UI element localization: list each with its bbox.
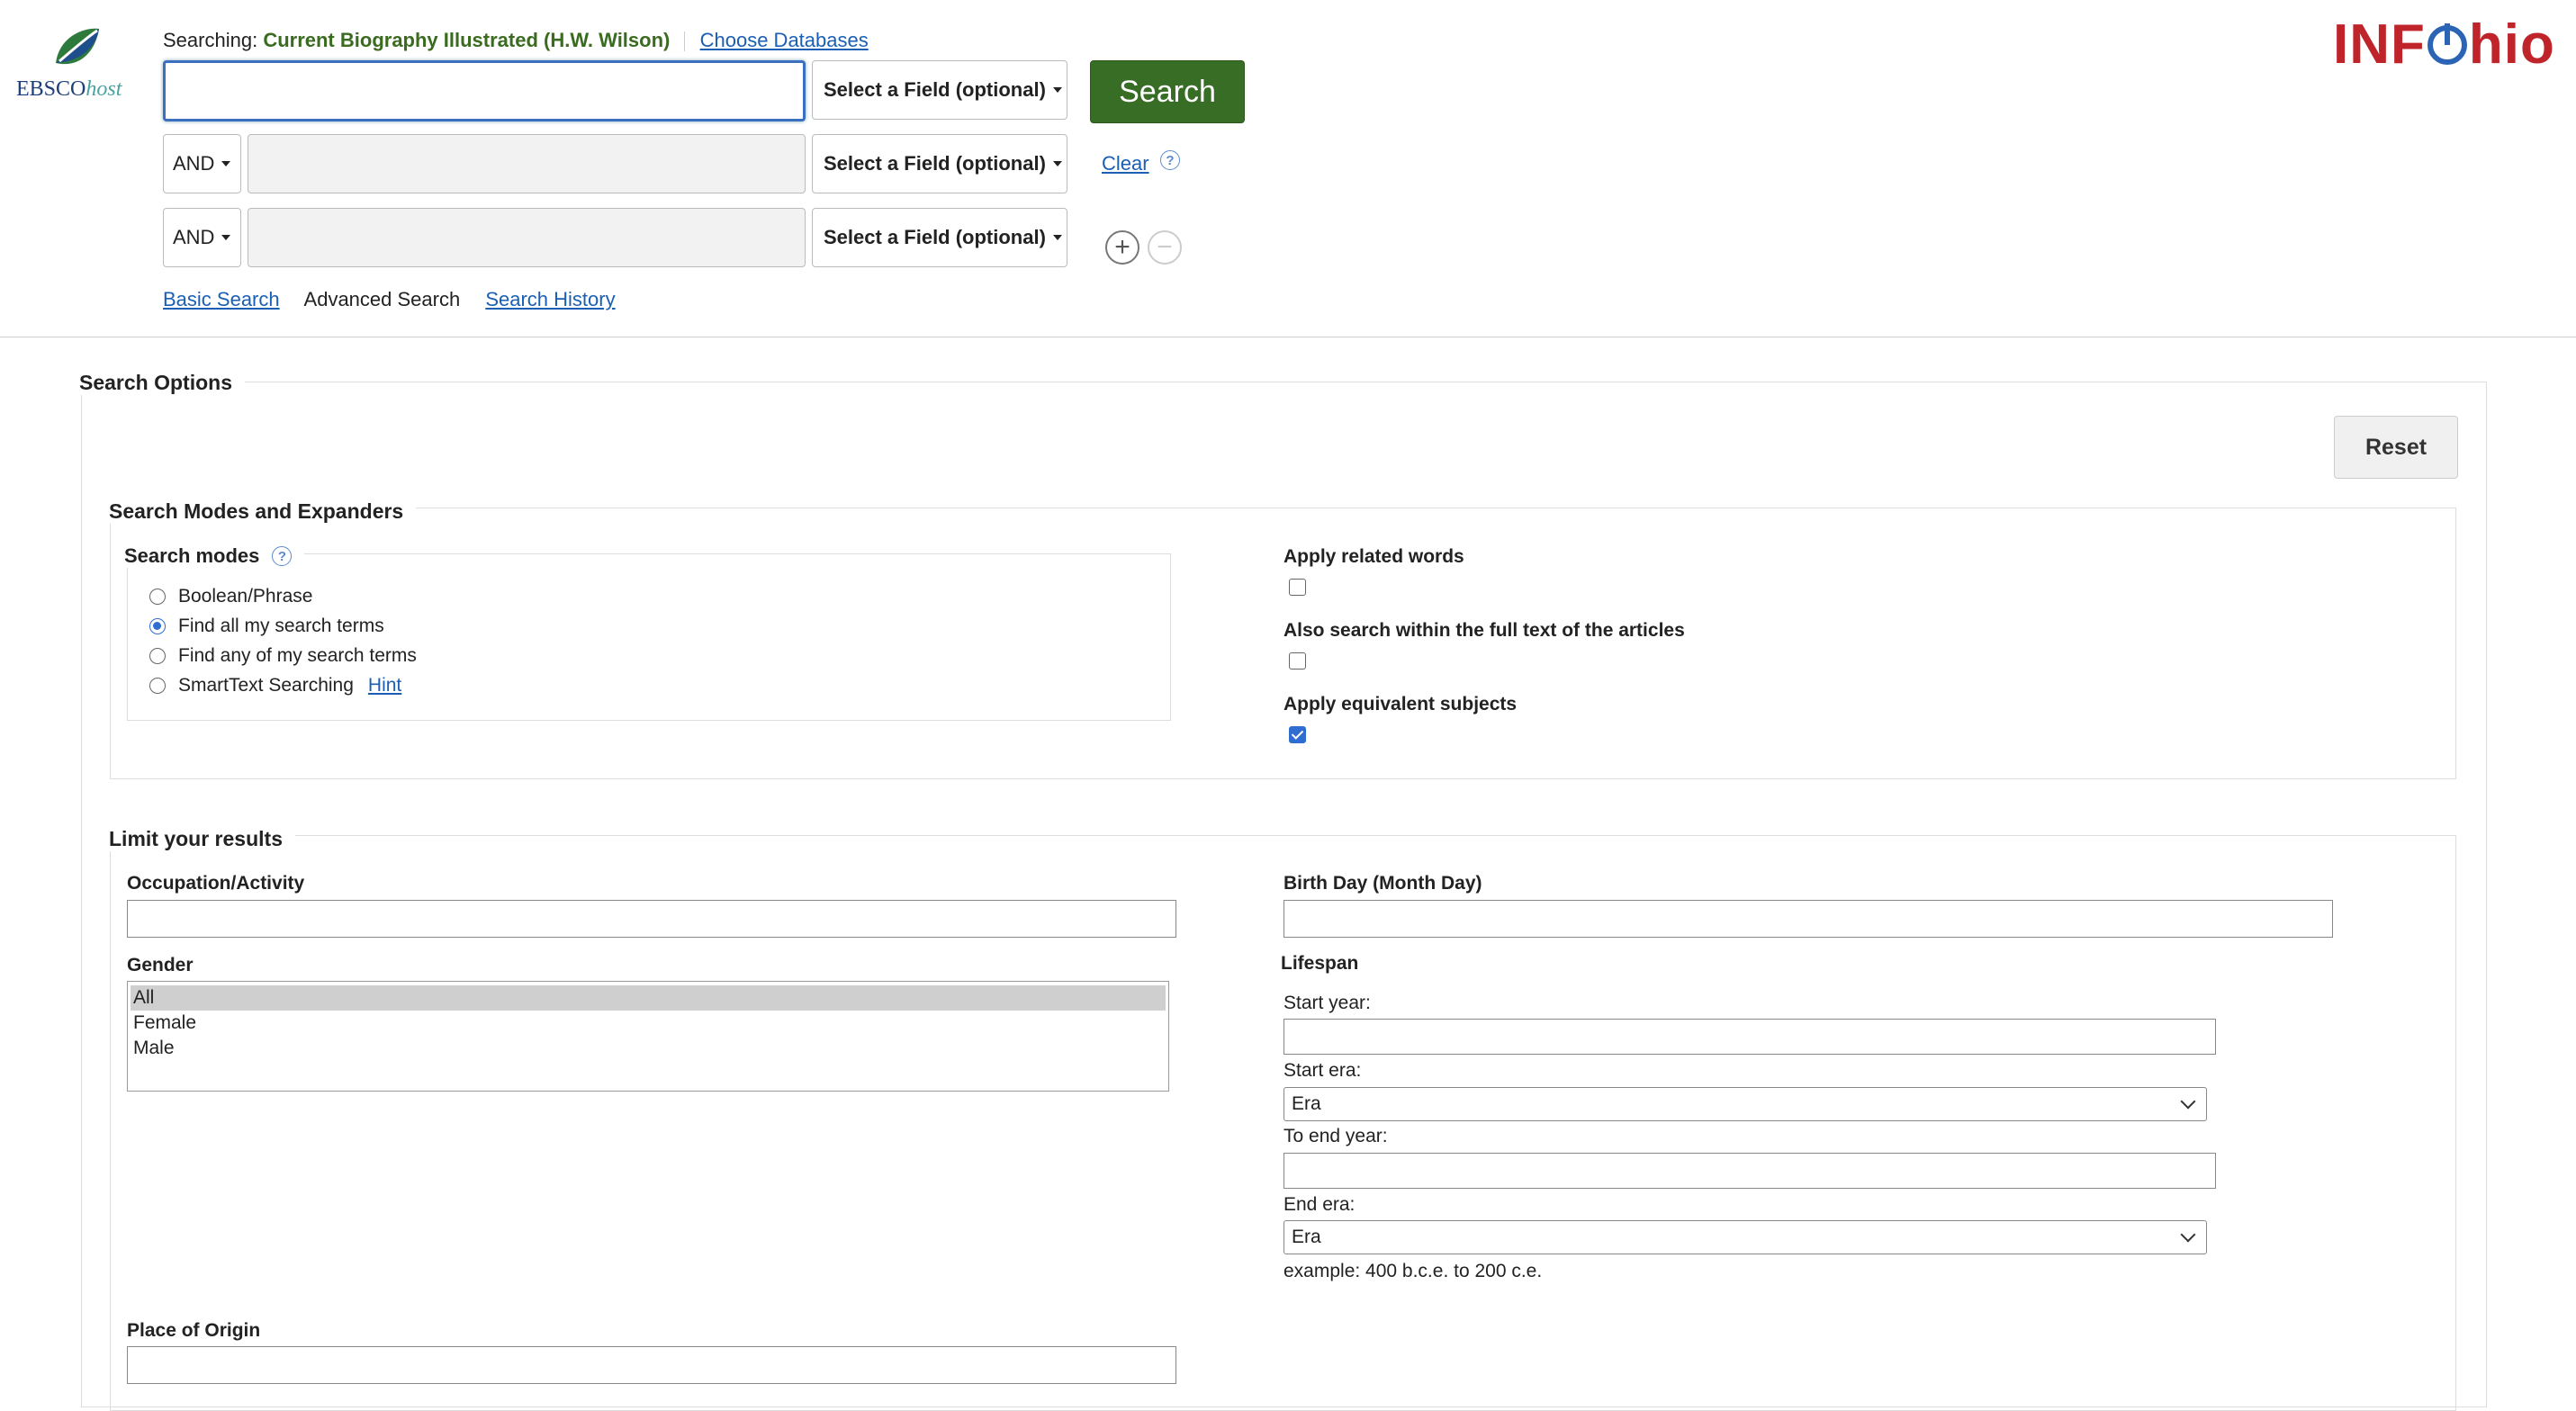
origin-label: Place of Origin — [127, 1320, 261, 1341]
apply-related-words-checkbox[interactable] — [1289, 579, 1306, 596]
boolean-select-2[interactable]: AND — [163, 134, 241, 193]
search-options-title: Search Options — [79, 371, 245, 395]
field-select-1-label: Select a Field (optional) — [824, 78, 1046, 101]
origin-input[interactable] — [127, 1346, 1176, 1384]
occupation-label: Occupation/Activity — [127, 873, 305, 894]
end-era-label: End era: — [1283, 1194, 1356, 1215]
start-year-label: Start year: — [1283, 993, 1371, 1013]
start-year-input[interactable] — [1283, 1019, 2216, 1055]
field-select-2-label: Select a Field (optional) — [824, 152, 1046, 175]
caret-down-icon — [221, 161, 231, 166]
search-modes-title: Search modes? — [124, 544, 305, 568]
caret-down-icon — [1052, 87, 1062, 93]
database-name: Current Biography Illustrated (H.W. Wils… — [263, 29, 671, 51]
search-input-1[interactable] — [163, 60, 806, 121]
clear-link[interactable]: Clear — [1102, 152, 1149, 175]
ebsco-logo-text: EBSCO — [16, 77, 86, 101]
search-button[interactable]: Search — [1090, 60, 1245, 123]
basic-search-link[interactable]: Basic Search — [163, 288, 280, 310]
modes-expanders-title: Search Modes and Expanders — [109, 499, 417, 524]
end-era-select[interactable]: Era — [1283, 1220, 2207, 1254]
mode-find-any[interactable]: Find any of my search terms — [149, 645, 417, 667]
remove-row-minus-icon[interactable]: − — [1148, 230, 1182, 265]
gender-option-male[interactable]: Male — [131, 1036, 1166, 1061]
chevron-down-icon — [2180, 1227, 2196, 1243]
search-modes-label: Search modes — [124, 544, 260, 567]
caret-down-icon — [221, 235, 231, 240]
radio-icon[interactable] — [149, 648, 166, 664]
mode-label: Find any of my search terms — [178, 645, 417, 666]
expander-label: Apply related words — [1283, 546, 1464, 567]
mode-find-all[interactable]: Find all my search terms — [149, 616, 384, 637]
infohio-logo[interactable]: INF hio — [2333, 13, 2555, 76]
apply-equivalent-subjects-checkbox[interactable] — [1289, 726, 1306, 743]
start-era-value: Era — [1292, 1093, 1321, 1114]
infohio-logo-right: hio — [2468, 13, 2555, 76]
occupation-input[interactable] — [127, 900, 1176, 938]
advanced-search-current: Advanced Search — [303, 288, 461, 310]
mode-boolean[interactable]: Boolean/Phrase — [149, 586, 312, 607]
gender-option-female[interactable]: Female — [131, 1011, 1166, 1036]
search-history-link[interactable]: Search History — [485, 288, 615, 310]
lifespan-label: Lifespan — [1281, 953, 1359, 974]
field-select-3[interactable]: Select a Field (optional) — [812, 208, 1067, 267]
boolean-select-3[interactable]: AND — [163, 208, 241, 267]
expander-label: Apply equivalent subjects — [1283, 694, 1518, 714]
mode-label: Find all my search terms — [178, 616, 384, 636]
ebsco-logo[interactable]: EBSCOhost — [16, 25, 142, 115]
end-year-label: To end year: — [1283, 1126, 1388, 1146]
field-select-1[interactable]: Select a Field (optional) — [812, 60, 1067, 120]
mode-smarttext[interactable]: SmartText Searching Hint — [149, 675, 401, 697]
add-row-plus-icon[interactable]: + — [1105, 230, 1139, 265]
limits-title: Limit your results — [109, 827, 295, 851]
full-text-search-checkbox[interactable] — [1289, 652, 1306, 670]
infohio-logo-left: INF — [2333, 13, 2426, 76]
expander-label: Also search within the full text of the … — [1283, 620, 1685, 641]
searching-prefix: Searching: — [163, 29, 258, 51]
searching-line: Searching: Current Biography Illustrated… — [163, 29, 869, 52]
chevron-down-icon — [2180, 1093, 2196, 1110]
birthday-label: Birth Day (Month Day) — [1283, 873, 1482, 894]
radio-selected-icon[interactable] — [149, 618, 166, 634]
ebsco-logo-suffix: host — [86, 77, 122, 101]
boolean-select-2-label: AND — [173, 152, 215, 175]
gender-option-all[interactable]: All — [131, 985, 1166, 1011]
ebsco-leaf-icon — [56, 28, 99, 65]
choose-databases-link[interactable]: Choose Databases — [700, 29, 869, 51]
field-select-2[interactable]: Select a Field (optional) — [812, 134, 1067, 193]
radio-icon[interactable] — [149, 589, 166, 605]
gender-label: Gender — [127, 955, 194, 975]
end-year-input[interactable] — [1283, 1153, 2216, 1189]
hint-link[interactable]: Hint — [368, 675, 401, 697]
search-input-3[interactable] — [248, 208, 806, 267]
mode-label: SmartText Searching — [178, 675, 354, 696]
radio-icon[interactable] — [149, 678, 166, 694]
divider — [684, 31, 686, 52]
start-era-label: Start era: — [1283, 1060, 1362, 1081]
start-era-select[interactable]: Era — [1283, 1087, 2207, 1121]
reset-button[interactable]: Reset — [2334, 416, 2458, 479]
power-icon — [2427, 22, 2467, 65]
caret-down-icon — [1052, 235, 1062, 240]
gender-listbox[interactable]: All Female Male — [127, 981, 1169, 1092]
help-icon[interactable]: ? — [272, 546, 293, 566]
boolean-select-3-label: AND — [173, 226, 215, 248]
mode-label: Boolean/Phrase — [178, 586, 313, 607]
search-nav: Basic Search Advanced Search Search Hist… — [163, 288, 616, 311]
end-era-value: Era — [1292, 1227, 1321, 1247]
search-input-2[interactable] — [248, 134, 806, 193]
caret-down-icon — [1052, 161, 1062, 166]
birthday-input[interactable] — [1283, 900, 2333, 938]
field-select-3-label: Select a Field (optional) — [824, 226, 1046, 248]
lifespan-example: example: 400 b.c.e. to 200 c.e. — [1283, 1261, 1543, 1281]
help-icon[interactable]: ? — [1160, 150, 1180, 170]
